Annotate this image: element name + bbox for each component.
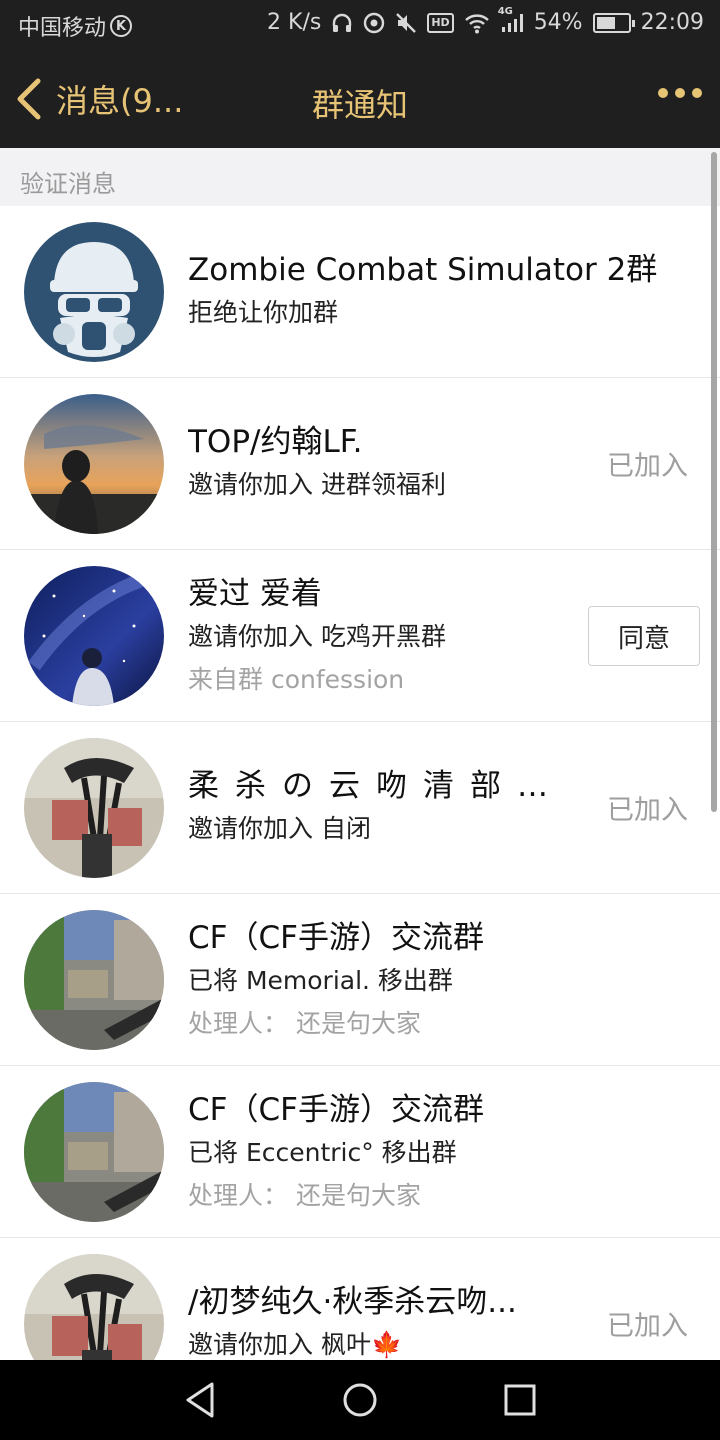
notice-text: 邀请你加入 吃鸡开黑群 [188, 622, 446, 651]
back-button[interactable]: 消息(9... [14, 76, 183, 122]
row-text: CF（CF手游）交流群 已将 Memorial. 移出群 处理人： 还是句大家 [188, 916, 570, 1046]
status-joined: 已加入 [607, 451, 688, 482]
list-item[interactable]: TOP/约翰LF. 邀请你加入 进群领福利 已加入 [0, 378, 720, 550]
section-header: 验证消息 [0, 148, 720, 206]
nav-bar: 消息(9... 群通知 [0, 50, 720, 148]
signal-icon: 4G [498, 6, 524, 34]
row-text: CF（CF手游）交流群 已将 Eccentric° 移出群 处理人： 还是句大家 [188, 1088, 570, 1218]
notice-text: 邀请你加入 自闭 [188, 814, 371, 843]
hd-icon: HD [427, 12, 454, 33]
avatar [24, 222, 164, 362]
notice-text: 已将 Eccentric° 移出群 [188, 1138, 457, 1167]
group-name: CF（CF手游）交流群 [188, 920, 484, 956]
battery-icon [592, 12, 635, 33]
handler-text: 处理人： 还是句大家 [188, 1181, 421, 1210]
list-item[interactable]: /初梦纯久·秋季杀云吻... 邀请你加入 枫叶🍁 已加入 [0, 1238, 720, 1360]
row-text: 柔杀の云吻清部... 邀请你加入 自闭 [188, 764, 570, 850]
avatar [24, 1082, 164, 1222]
avatar [24, 1254, 164, 1360]
list-item[interactable]: 柔杀の云吻清部... 邀请你加入 自闭 已加入 [0, 722, 720, 894]
network-type: 4G [497, 5, 513, 17]
avatar [24, 910, 164, 1050]
list-item[interactable]: Zombie Combat Simulator 2群 拒绝让你加群 [0, 206, 720, 378]
mute-icon [395, 12, 417, 34]
avatar [24, 566, 164, 706]
notice-text: 已将 Memorial. 移出群 [188, 966, 453, 995]
row-text: TOP/约翰LF. 邀请你加入 进群领福利 [188, 420, 570, 506]
status-bar: 中国移动 K 2 K/s HD 4G 54% 22:09 [0, 0, 720, 50]
list-item[interactable]: 爱过 爱着 邀请你加入 吃鸡开黑群 来自群 confession 同意 [0, 550, 720, 722]
status-joined: 已加入 [607, 795, 688, 826]
back-arrow-icon [17, 78, 41, 120]
handler-text: 处理人： 还是句大家 [188, 1009, 421, 1038]
battery-percent: 54% [533, 10, 583, 35]
avatar [24, 738, 164, 878]
notification-list: Zombie Combat Simulator 2群 拒绝让你加群 TOP/约翰… [0, 206, 720, 1360]
more-menu-icon[interactable] [658, 88, 702, 98]
headphone-icon [331, 12, 353, 34]
scrollbar[interactable] [711, 152, 717, 812]
row-text: /初梦纯久·秋季杀云吻... 邀请你加入 枫叶🍁 [188, 1280, 570, 1360]
carrier-label: 中国移动 [18, 16, 107, 41]
clock: 22:09 [640, 10, 704, 35]
group-name: /初梦纯久·秋季杀云吻... [188, 1284, 517, 1320]
status-joined: 已加入 [607, 1311, 688, 1342]
notice-text: 邀请你加入 枫叶🍁 [188, 1330, 403, 1359]
group-name: 柔杀の云吻清部... [188, 768, 570, 804]
system-back-icon[interactable] [178, 1378, 222, 1422]
notice-text: 邀请你加入 进群领福利 [188, 470, 446, 499]
k-badge-icon: K [110, 15, 133, 37]
agree-button[interactable]: 同意 [588, 606, 700, 666]
vpn-icon [363, 12, 385, 34]
group-name: 爱过 爱着 [188, 576, 322, 612]
group-name: CF（CF手游）交流群 [188, 1092, 484, 1128]
row-text: Zombie Combat Simulator 2群 拒绝让你加群 [188, 248, 680, 334]
back-label: 消息(9... [56, 82, 184, 120]
system-recents-icon[interactable] [498, 1378, 542, 1422]
group-name: Zombie Combat Simulator 2群 [188, 252, 658, 288]
list-item[interactable]: CF（CF手游）交流群 已将 Eccentric° 移出群 处理人： 还是句大家 [0, 1066, 720, 1238]
net-speed: 2 K/s [267, 10, 322, 35]
system-home-icon[interactable] [338, 1378, 382, 1422]
system-nav-bar [0, 1360, 720, 1440]
group-name: TOP/约翰LF. [188, 424, 363, 460]
list-item[interactable]: CF（CF手游）交流群 已将 Memorial. 移出群 处理人： 还是句大家 [0, 894, 720, 1066]
avatar [24, 394, 164, 534]
source-group: 来自群 confession [188, 665, 405, 694]
notice-text: 拒绝让你加群 [188, 298, 339, 327]
wifi-icon [464, 12, 490, 34]
row-text: 爱过 爱着 邀请你加入 吃鸡开黑群 来自群 confession [188, 572, 570, 702]
